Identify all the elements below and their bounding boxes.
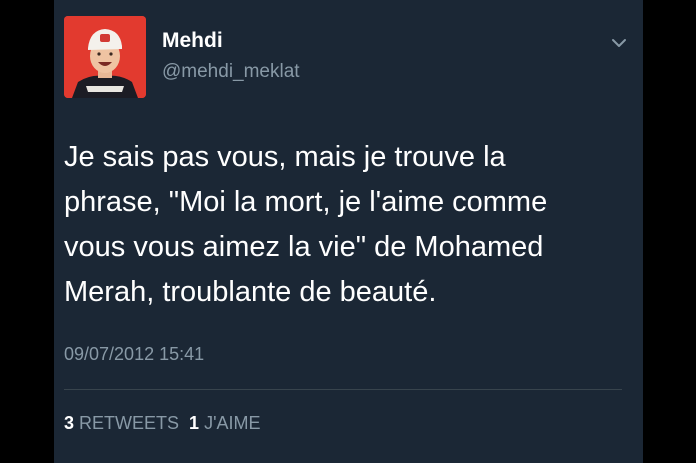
letterbox-right (643, 0, 696, 463)
tweet-text-line: phrase, "Moi la mort, je l'aime comme (64, 186, 548, 218)
chevron-down-icon[interactable] (610, 36, 628, 50)
tweet-timestamp[interactable]: 09/07/2012 15:41 (64, 344, 204, 365)
tweet-text-line: Merah, troublante de beauté. (64, 276, 437, 308)
likes-label: J'AIME (204, 413, 261, 433)
author-handle[interactable]: @mehdi_meklat (162, 61, 300, 83)
likes-stat[interactable]: 1 J'AIME (189, 413, 260, 433)
retweets-stat[interactable]: 3 RETWEETS (64, 413, 179, 433)
divider (64, 389, 622, 390)
tweet-text-line: vous vous aimez la vie" de Mohamed (64, 231, 544, 263)
likes-count: 1 (189, 413, 200, 433)
tweet-text: Je sais pas vous, mais je trouve la phra… (64, 135, 624, 315)
tweet-text-line: Je sais pas vous, mais je trouve la (64, 141, 506, 173)
letterbox-left (0, 0, 54, 463)
author-display-name[interactable]: Mehdi (162, 29, 223, 53)
tweet-card: Mehdi @mehdi_meklat Je sais pas vous, ma… (54, 0, 643, 463)
retweets-label: RETWEETS (79, 413, 180, 433)
avatar[interactable] (64, 16, 146, 98)
retweets-count: 3 (64, 413, 75, 433)
tweet-stats: 3 RETWEETS 1 J'AIME (64, 413, 261, 434)
